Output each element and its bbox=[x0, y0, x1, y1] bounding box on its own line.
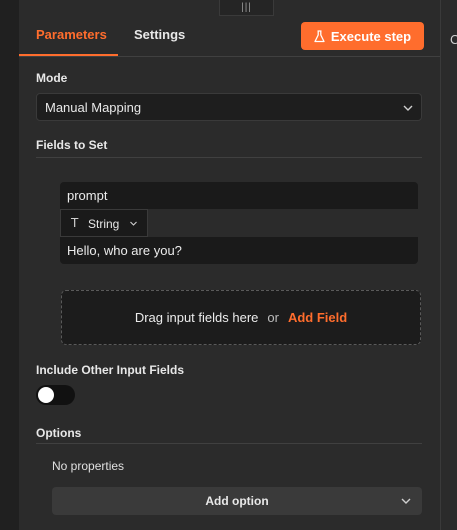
mode-select[interactable]: Manual Mapping bbox=[36, 93, 422, 121]
tab-parameters[interactable]: Parameters bbox=[36, 27, 107, 42]
parameters-panel: ||| Parameters Settings Execute step Mod… bbox=[19, 0, 440, 530]
fields-divider bbox=[36, 157, 422, 158]
chevron-down-icon bbox=[403, 105, 413, 111]
add-option-label: Add option bbox=[205, 494, 269, 508]
chevron-down-icon bbox=[130, 221, 137, 226]
mode-label: Mode bbox=[36, 71, 68, 85]
fields-to-set-label: Fields to Set bbox=[36, 138, 108, 152]
text-type-icon: T bbox=[71, 216, 79, 230]
execute-step-label: Execute step bbox=[330, 28, 412, 44]
field-value-text: Hello, who are you? bbox=[67, 243, 182, 258]
execute-step-button[interactable]: Execute step bbox=[301, 22, 424, 50]
drop-zone-or: or bbox=[267, 310, 279, 325]
panel-drag-handle[interactable]: ||| bbox=[219, 0, 274, 16]
add-option-select[interactable]: Add option bbox=[52, 487, 422, 515]
include-other-fields-toggle[interactable] bbox=[36, 385, 75, 405]
left-gutter bbox=[0, 0, 19, 530]
field-type-select[interactable]: T String bbox=[60, 209, 148, 237]
drop-zone[interactable]: Drag input fields here or Add Field bbox=[61, 290, 421, 345]
options-label: Options bbox=[36, 426, 82, 440]
chevron-down-icon bbox=[401, 498, 411, 504]
tab-settings[interactable]: Settings bbox=[134, 27, 185, 42]
field-name-input[interactable]: prompt bbox=[60, 182, 418, 209]
no-properties-text: No properties bbox=[52, 459, 125, 473]
mode-select-value: Manual Mapping bbox=[45, 100, 142, 115]
right-side-panel: C bbox=[440, 0, 457, 530]
options-divider bbox=[36, 443, 422, 444]
add-field-link[interactable]: Add Field bbox=[288, 310, 347, 325]
field-value-input[interactable]: Hello, who are you? bbox=[60, 237, 418, 264]
drop-zone-text: Drag input fields here bbox=[134, 310, 259, 325]
include-other-fields-label: Include Other Input Fields bbox=[36, 363, 185, 377]
partial-glyph-icon: C bbox=[450, 32, 457, 47]
flask-icon bbox=[314, 29, 325, 42]
header-divider bbox=[19, 56, 440, 57]
field-type-value: String bbox=[88, 217, 120, 231]
toggle-knob bbox=[38, 387, 54, 403]
field-name-value: prompt bbox=[67, 188, 108, 203]
